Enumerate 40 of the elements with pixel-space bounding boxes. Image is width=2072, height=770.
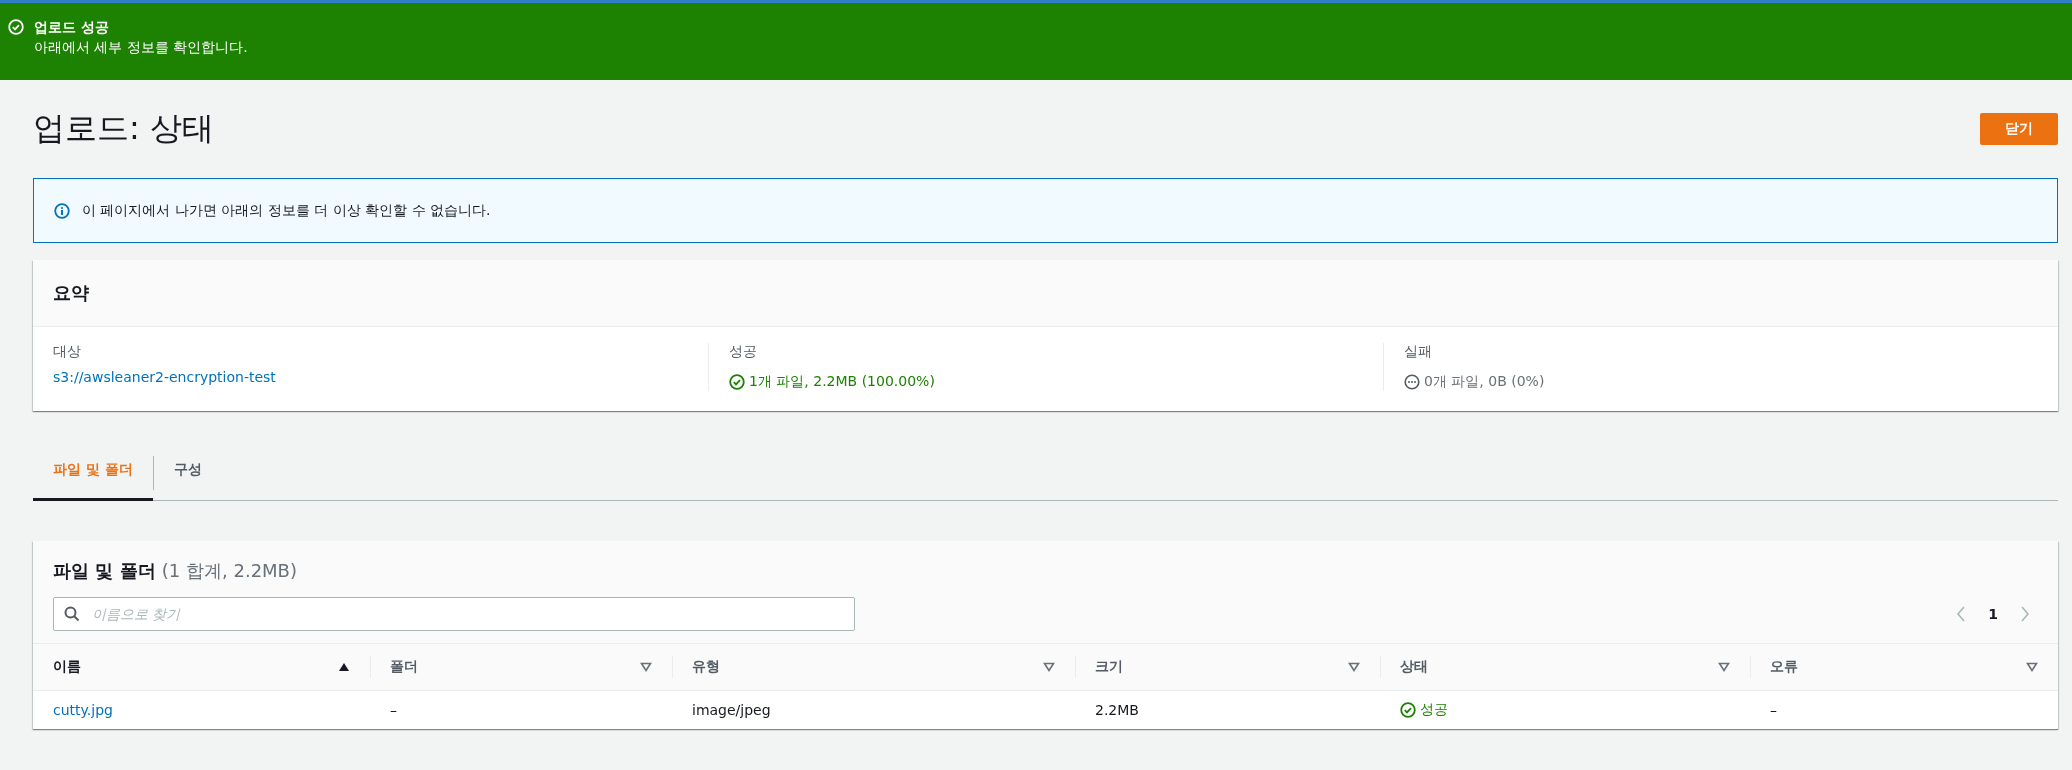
column-header[interactable]: 오류 (1770, 658, 1798, 676)
sort-icon[interactable] (1043, 662, 1055, 672)
file-link[interactable]: cutty.jpg (53, 702, 113, 718)
summary-label: 대상 (53, 343, 82, 361)
tab[interactable]: 구성 (153, 445, 222, 501)
check-circle-icon (1400, 702, 1416, 718)
banner-message: 아래에서 세부 정보를 확인합니다. (34, 38, 248, 57)
summary-label: 성공 (729, 343, 758, 361)
card-title: 요약 (53, 281, 89, 305)
column-header[interactable]: 상태 (1400, 658, 1428, 676)
table-cell: image/jpeg (692, 702, 771, 718)
column-header[interactable]: 폴더 (390, 658, 418, 676)
sort-icon[interactable] (1718, 662, 1730, 672)
summary-value: 1개 파일, 2.2MB (100.00%) (749, 373, 935, 391)
ellipsis-circle-icon (1404, 374, 1420, 390)
banner-title: 업로드 성공 (34, 18, 110, 37)
info-icon (54, 202, 70, 219)
page-number[interactable]: 1 (1988, 606, 1998, 622)
column-header[interactable]: 크기 (1095, 658, 1123, 676)
column-header[interactable]: 이름 (53, 658, 81, 676)
sort-icon[interactable] (2026, 662, 2038, 672)
summary-label: 실패 (1404, 343, 1433, 361)
table-cell: 2.2MB (1095, 702, 1139, 718)
check-circle-icon (729, 374, 745, 390)
bucket-link[interactable]: s3://awsleaner2-encryption-test (53, 369, 688, 385)
page-title: 업로드: 상태 (33, 108, 214, 149)
sort-icon[interactable] (640, 662, 652, 672)
column-header[interactable]: 유형 (692, 658, 720, 676)
info-text: 이 페이지에서 나가면 아래의 정보를 더 이상 확인할 수 없습니다. (82, 201, 491, 220)
check-circle-icon (8, 19, 24, 35)
status-text: 성공 (1420, 701, 1448, 719)
search-icon (64, 606, 80, 622)
sort-ascending-icon[interactable] (338, 662, 350, 672)
item-count: (1 합계, 2.2MB) (161, 560, 297, 581)
table-cell: – (390, 702, 397, 718)
table-cell: – (1770, 702, 1777, 718)
search-field[interactable]: 이름으로 찾기 (53, 597, 855, 631)
sort-icon[interactable] (1348, 662, 1360, 672)
card-title: 파일 및 폴더 (53, 560, 156, 581)
summary-value: 0개 파일, 0B (0%) (1424, 373, 1545, 391)
